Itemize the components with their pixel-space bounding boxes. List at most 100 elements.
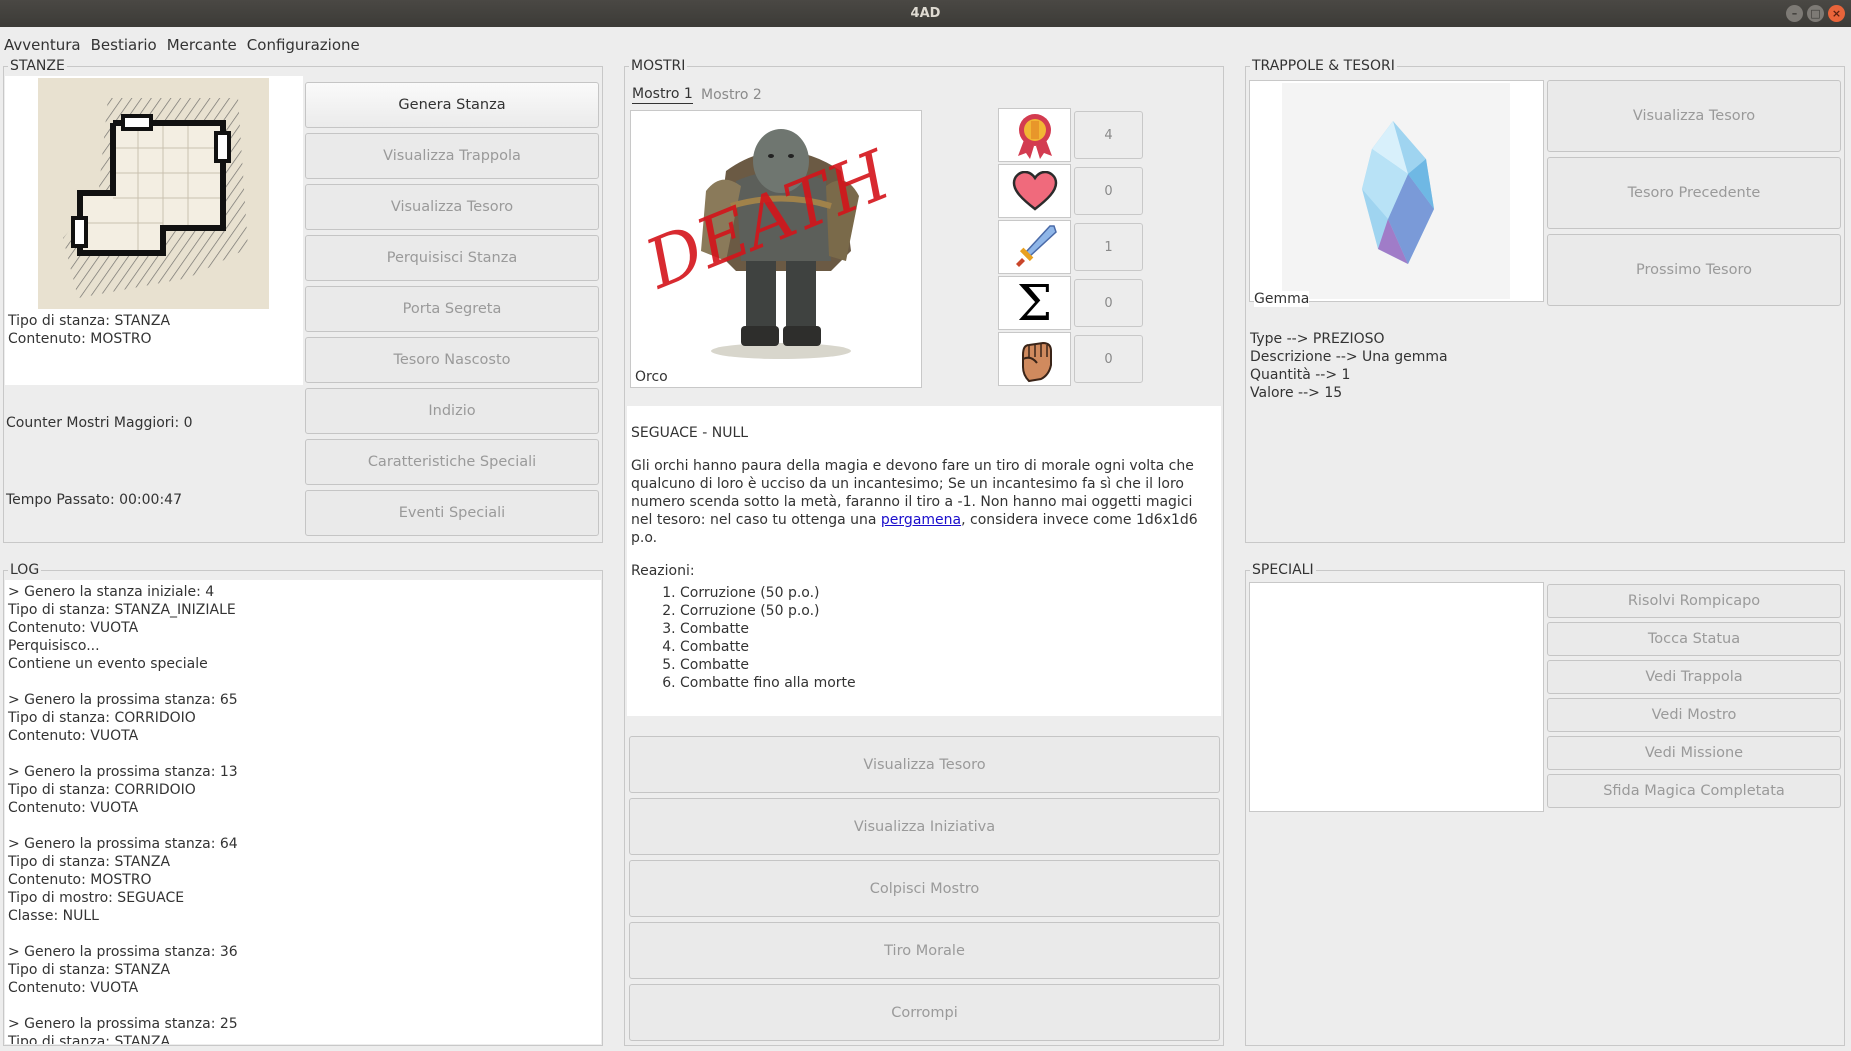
- log-textarea[interactable]: > Genero la stanza iniziale: 4 Tipo di st…: [5, 580, 601, 1044]
- log-line: > Genero la prossima stanza: 65: [8, 692, 238, 708]
- sfida-magica-completata-button[interactable]: Sfida Magica Completata: [1547, 774, 1841, 808]
- tocca-statua-button[interactable]: Tocca Statua: [1547, 622, 1841, 656]
- visualizza-trappola-button[interactable]: Visualizza Trappola: [305, 133, 599, 179]
- prossimo-tesoro-button[interactable]: Prossimo Tesoro: [1547, 234, 1841, 306]
- log-line: > Genero la prossima stanza: 13: [8, 764, 238, 780]
- stat-sigma: Σ: [998, 276, 1071, 330]
- stat-heart-value: 0: [1074, 167, 1143, 215]
- reaction-item: Combatte: [680, 638, 1217, 656]
- treasure-info: Type --> PREZIOSO Descrizione --> Una ge…: [1250, 330, 1448, 402]
- menu-bestiario[interactable]: Bestiario: [87, 31, 161, 57]
- stat-sword-value: 1: [1074, 223, 1143, 271]
- genera-stanza-button[interactable]: Genera Stanza: [305, 82, 599, 128]
- log-line: Perquisisco...: [8, 638, 100, 654]
- room-content: Contenuto: MOSTRO: [8, 331, 152, 347]
- log-line: > Genero la prossima stanza: 25: [8, 1016, 238, 1032]
- room-type: Tipo di stanza: STANZA: [8, 313, 171, 329]
- stat-fist-value: 0: [1074, 335, 1143, 383]
- monster-image-caption: Orco: [635, 369, 668, 385]
- tempo-passato: Tempo Passato: 00:00:47: [6, 492, 182, 508]
- stat-fist: [998, 332, 1071, 386]
- room-map-image: [38, 78, 269, 309]
- risolvi-rompicapo-button[interactable]: Risolvi Rompicapo: [1547, 584, 1841, 618]
- menu-configurazione[interactable]: Configurazione: [243, 31, 364, 57]
- stat-medal: [998, 108, 1071, 162]
- colpisci-mostro-button[interactable]: Colpisci Mostro: [629, 860, 1220, 917]
- mostri-panel-title: MOSTRI: [629, 58, 688, 74]
- tiro-morale-button[interactable]: Tiro Morale: [629, 922, 1220, 979]
- window-title: 4AD: [910, 6, 941, 21]
- tab-mostro-1[interactable]: Mostro 1: [632, 86, 693, 104]
- vedi-missione-button[interactable]: Vedi Missione: [1547, 736, 1841, 770]
- fist-icon: [1021, 341, 1052, 383]
- log-line: Contenuto: VUOTA: [8, 728, 139, 744]
- tab-mostro-2[interactable]: Mostro 2: [701, 87, 762, 103]
- close-icon[interactable]: ×: [1828, 5, 1845, 22]
- vedi-trappola-button[interactable]: Vedi Trappola: [1547, 660, 1841, 694]
- log-line: Tipo di stanza: STANZA_INIZIALE: [8, 602, 236, 618]
- reaction-item: Corruzione (50 p.o.): [680, 602, 1217, 620]
- heart-icon: [1012, 171, 1057, 211]
- pergamena-link[interactable]: pergamena: [881, 512, 961, 528]
- log-line: Tipo di stanza: STANZA: [8, 962, 171, 978]
- monster-heading: SEGUACE - NULL: [631, 425, 749, 441]
- visualizza-iniziativa-button[interactable]: Visualizza Iniziativa: [629, 798, 1220, 855]
- monster-image-frame: DEATH Orco: [630, 110, 922, 388]
- trappole-visualizza-tesoro-button[interactable]: Visualizza Tesoro: [1547, 80, 1841, 152]
- speciali-panel-title: SPECIALI: [1250, 562, 1316, 578]
- treasure-image-frame: Gemma: [1249, 80, 1544, 307]
- reactions-title: Reazioni:: [631, 563, 695, 579]
- tesoro-nascosto-button[interactable]: Tesoro Nascosto: [305, 337, 599, 383]
- reaction-item: Corruzione (50 p.o.): [680, 584, 1217, 602]
- log-line: Contenuto: VUOTA: [8, 620, 139, 636]
- log-line: Tipo di stanza: CORRIDOIO: [8, 782, 196, 798]
- maximize-icon[interactable]: □: [1807, 5, 1824, 22]
- sigma-icon: Σ: [1016, 274, 1053, 332]
- stat-heart: [998, 164, 1071, 218]
- log-line: Tipo di stanza: CORRIDOIO: [8, 710, 196, 726]
- log-line: > Genero la prossima stanza: 36: [8, 944, 238, 960]
- log-line: Tipo di stanza: STANZA: [8, 1034, 171, 1044]
- eventi-speciali-button[interactable]: Eventi Speciali: [305, 490, 599, 536]
- menu-mercante[interactable]: Mercante: [163, 31, 241, 57]
- log-line: Contiene un evento speciale: [8, 656, 208, 672]
- treasure-image-caption: Gemma: [1254, 291, 1310, 307]
- porta-segreta-button[interactable]: Porta Segreta: [305, 286, 599, 332]
- trappole-tesori-panel-title: TRAPPOLE & TESORI: [1250, 58, 1397, 74]
- window-titlebar: 4AD – □ ×: [0, 0, 1851, 27]
- visualizza-tesoro-button[interactable]: Visualizza Tesoro: [305, 184, 599, 230]
- treasure-description: Descrizione --> Una gemma: [1250, 349, 1448, 365]
- tesoro-precedente-button[interactable]: Tesoro Precedente: [1547, 157, 1841, 229]
- sword-icon: [1015, 225, 1057, 267]
- minimize-icon[interactable]: –: [1786, 5, 1803, 22]
- treasure-value: Valore --> 15: [1250, 385, 1343, 401]
- monster-description-text: Gli orchi hanno paura della magia e devo…: [631, 457, 1211, 547]
- indizio-button[interactable]: Indizio: [305, 388, 599, 434]
- menubar: Avventura Bestiario Mercante Configurazi…: [0, 31, 366, 57]
- log-line: Contenuto: MOSTRO: [8, 872, 152, 888]
- counter-mostri-maggiori: Counter Mostri Maggiori: 0: [6, 415, 193, 431]
- mostri-visualizza-tesoro-button[interactable]: Visualizza Tesoro: [629, 736, 1220, 793]
- stat-sword: [998, 220, 1071, 274]
- speciali-image-area: [1249, 582, 1544, 812]
- menu-avventura[interactable]: Avventura: [0, 31, 85, 57]
- corrompi-button[interactable]: Corrompi: [629, 984, 1220, 1041]
- log-line: Contenuto: VUOTA: [8, 980, 139, 996]
- vedi-mostro-button[interactable]: Vedi Mostro: [1547, 698, 1841, 732]
- stanze-panel-title: STANZE: [8, 58, 67, 74]
- log-line: > Genero la prossima stanza: 64: [8, 836, 238, 852]
- treasure-type: Type --> PREZIOSO: [1250, 331, 1385, 347]
- perquisisci-stanza-button[interactable]: Perquisisci Stanza: [305, 235, 599, 281]
- log-line: Tipo di stanza: STANZA: [8, 854, 171, 870]
- monster-description: SEGUACE - NULL Gli orchi hanno paura del…: [627, 406, 1221, 716]
- log-line: Classe: NULL: [8, 908, 99, 924]
- reaction-item: Combatte: [680, 656, 1217, 674]
- log-line: Contenuto: VUOTA: [8, 800, 139, 816]
- medal-icon: [1017, 114, 1052, 159]
- caratteristiche-speciali-button[interactable]: Caratteristiche Speciali: [305, 439, 599, 485]
